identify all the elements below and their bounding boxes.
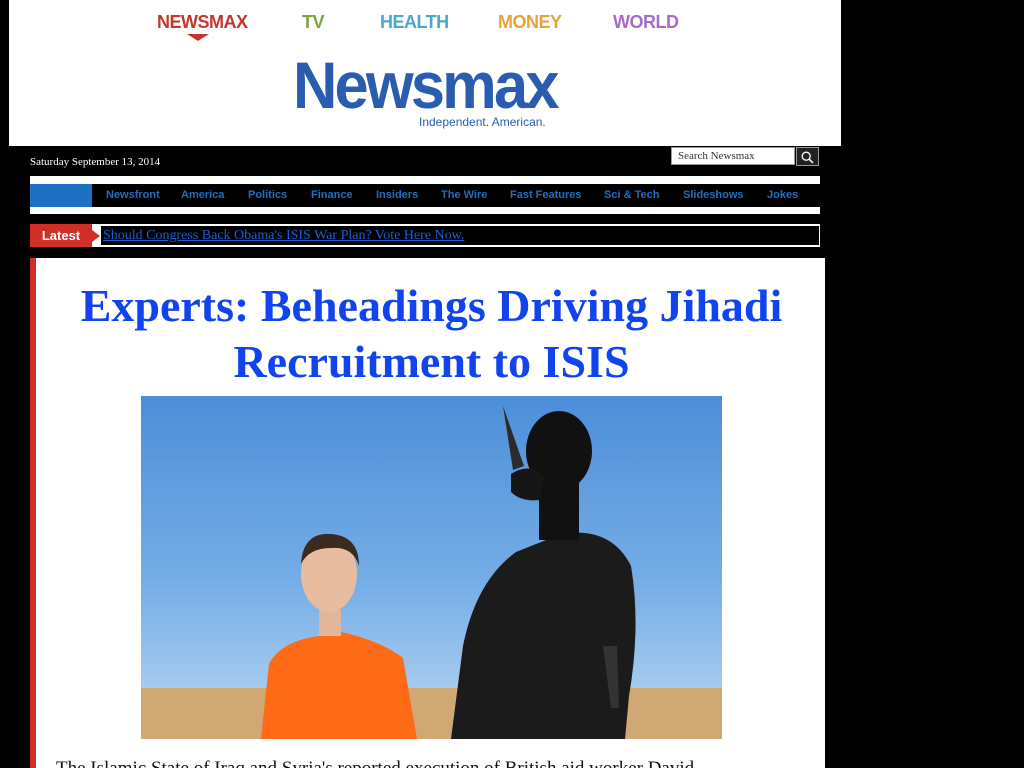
nav-item-sci-tech[interactable]: Sci & Tech <box>604 184 659 207</box>
article-headline[interactable]: Experts: Beheadings Driving Jihadi Recru… <box>38 278 825 390</box>
logo-tagline: Independent. American. <box>419 115 546 129</box>
latest-arrow-icon <box>92 230 100 242</box>
site-nav-world[interactable]: WORLD <box>613 12 679 33</box>
latest-headline-link[interactable]: Should Congress Back Obama's ISIS War Pl… <box>101 226 819 245</box>
nav-item-the-wire[interactable]: The Wire <box>441 184 487 207</box>
masthead: NEWSMAX TV HEALTH MONEY WORLD Newsmax In… <box>9 0 841 146</box>
search-input[interactable]: Search Newsmax <box>671 147 795 165</box>
article-accent-rail <box>30 258 36 768</box>
article-photo-illustration <box>141 406 722 739</box>
chevron-down-icon <box>187 34 209 41</box>
nav-item-finance[interactable]: Finance <box>311 184 353 207</box>
featured-article: Experts: Beheadings Driving Jihadi Recru… <box>30 258 825 768</box>
nav-item-america[interactable]: America <box>181 184 224 207</box>
search-icon <box>801 151 814 164</box>
site-logo[interactable]: Newsmax Independent. American. <box>293 52 573 132</box>
nav-item-newsfront[interactable]: Newsfront <box>106 184 160 207</box>
article-photo[interactable] <box>141 396 722 739</box>
latest-headline-text: Should Congress Back Obama's ISIS War Pl… <box>103 228 465 243</box>
nav-item-fast-features[interactable]: Fast Features <box>510 184 582 207</box>
article-body: The Islamic State of Iraq and Syria's re… <box>56 758 816 768</box>
site-nav-health[interactable]: HEALTH <box>380 12 449 33</box>
current-date: Saturday September 13, 2014 <box>30 156 161 168</box>
nav-item-slideshows[interactable]: Slideshows <box>683 184 744 207</box>
logo-wordmark: Newsmax <box>293 48 559 122</box>
latest-label: Latest <box>30 224 92 247</box>
nav-item-insiders[interactable]: Insiders <box>376 184 418 207</box>
site-nav-money[interactable]: MONEY <box>498 12 562 33</box>
latest-ticker-bar: Latest Should Congress Back Obama's ISIS… <box>30 224 820 247</box>
nav-item-jokes[interactable]: Jokes <box>767 184 798 207</box>
section-nav-inner: Home Newsfront America Politics Finance … <box>30 184 820 207</box>
section-nav: Home Newsfront America Politics Finance … <box>30 176 820 214</box>
nav-home[interactable]: Home <box>30 184 92 207</box>
site-nav: NEWSMAX TV HEALTH MONEY WORLD <box>9 12 841 42</box>
site-nav-tv[interactable]: TV <box>302 12 325 33</box>
search-button[interactable] <box>796 147 819 166</box>
site-nav-newsmax[interactable]: NEWSMAX <box>157 12 248 33</box>
nav-item-politics[interactable]: Politics <box>248 184 287 207</box>
